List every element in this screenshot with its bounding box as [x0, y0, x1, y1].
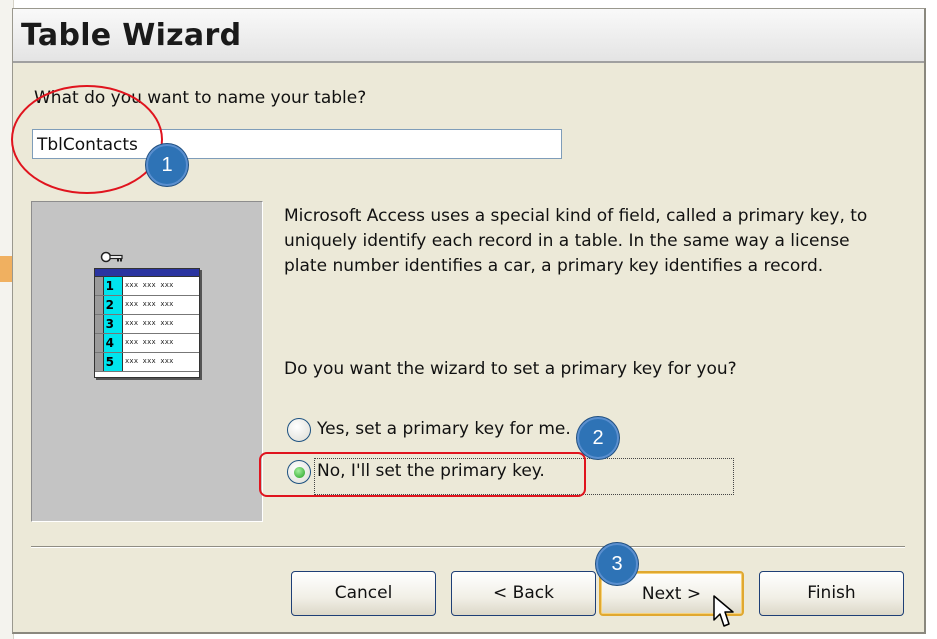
sample-table-icon: 1 xxx xxx xxx 2 xxx xxx xxx 3 xxx xxx xx… [94, 268, 200, 378]
sample-table-row: 3 xxx xxx xxx [95, 315, 199, 334]
step-badge-1: 1 [146, 144, 188, 186]
annotation-rect-no-option [259, 452, 586, 497]
row-number: 2 [95, 296, 123, 314]
sample-table-row: 2 xxx xxx xxx [95, 296, 199, 315]
primary-key-illustration: 1 xxx xxx xxx 2 xxx xxx xxx 3 xxx xxx xx… [31, 201, 263, 522]
row-cells: xxx xxx xxx [125, 357, 174, 365]
back-button[interactable]: < Back [451, 571, 596, 616]
row-number: 5 [95, 353, 123, 371]
row-number: 1 [95, 277, 123, 295]
radio-label-yes[interactable]: Yes, set a primary key for me. [317, 419, 571, 439]
row-number: 3 [95, 315, 123, 333]
step-badge-2: 2 [577, 417, 619, 459]
row-cells: xxx xxx xxx [125, 281, 174, 289]
mouse-cursor-icon [713, 595, 734, 627]
row-cells: xxx xxx xxx [125, 300, 174, 308]
annotation-ellipse-table-name [11, 85, 163, 194]
background-window-edge-right [928, 0, 937, 20]
table-wizard-dialog: Table Wizard What do you want to name yo… [12, 8, 926, 634]
radio-button-yes[interactable] [287, 418, 311, 442]
sample-table-row: 1 xxx xxx xxx [95, 277, 199, 296]
row-number: 4 [95, 334, 123, 352]
row-cells: xxx xxx xxx [125, 319, 174, 327]
step-badge-3: 3 [596, 543, 638, 585]
finish-button[interactable]: Finish [759, 571, 904, 616]
key-icon [100, 251, 123, 263]
dialog-title: Table Wizard [21, 18, 242, 53]
row-cells: xxx xxx xxx [125, 338, 174, 346]
cancel-button[interactable]: Cancel [291, 571, 436, 616]
button-separator [31, 546, 905, 548]
background-highlight [0, 256, 12, 282]
title-bar[interactable]: Table Wizard [13, 9, 924, 63]
sample-table-header [95, 269, 199, 277]
sample-table-row: 5 xxx xxx xxx [95, 353, 199, 372]
sample-table-row: 4 xxx xxx xxx [95, 334, 199, 353]
primary-key-question: Do you want the wizard to set a primary … [284, 359, 737, 379]
primary-key-description: Microsoft Access uses a special kind of … [284, 206, 868, 276]
